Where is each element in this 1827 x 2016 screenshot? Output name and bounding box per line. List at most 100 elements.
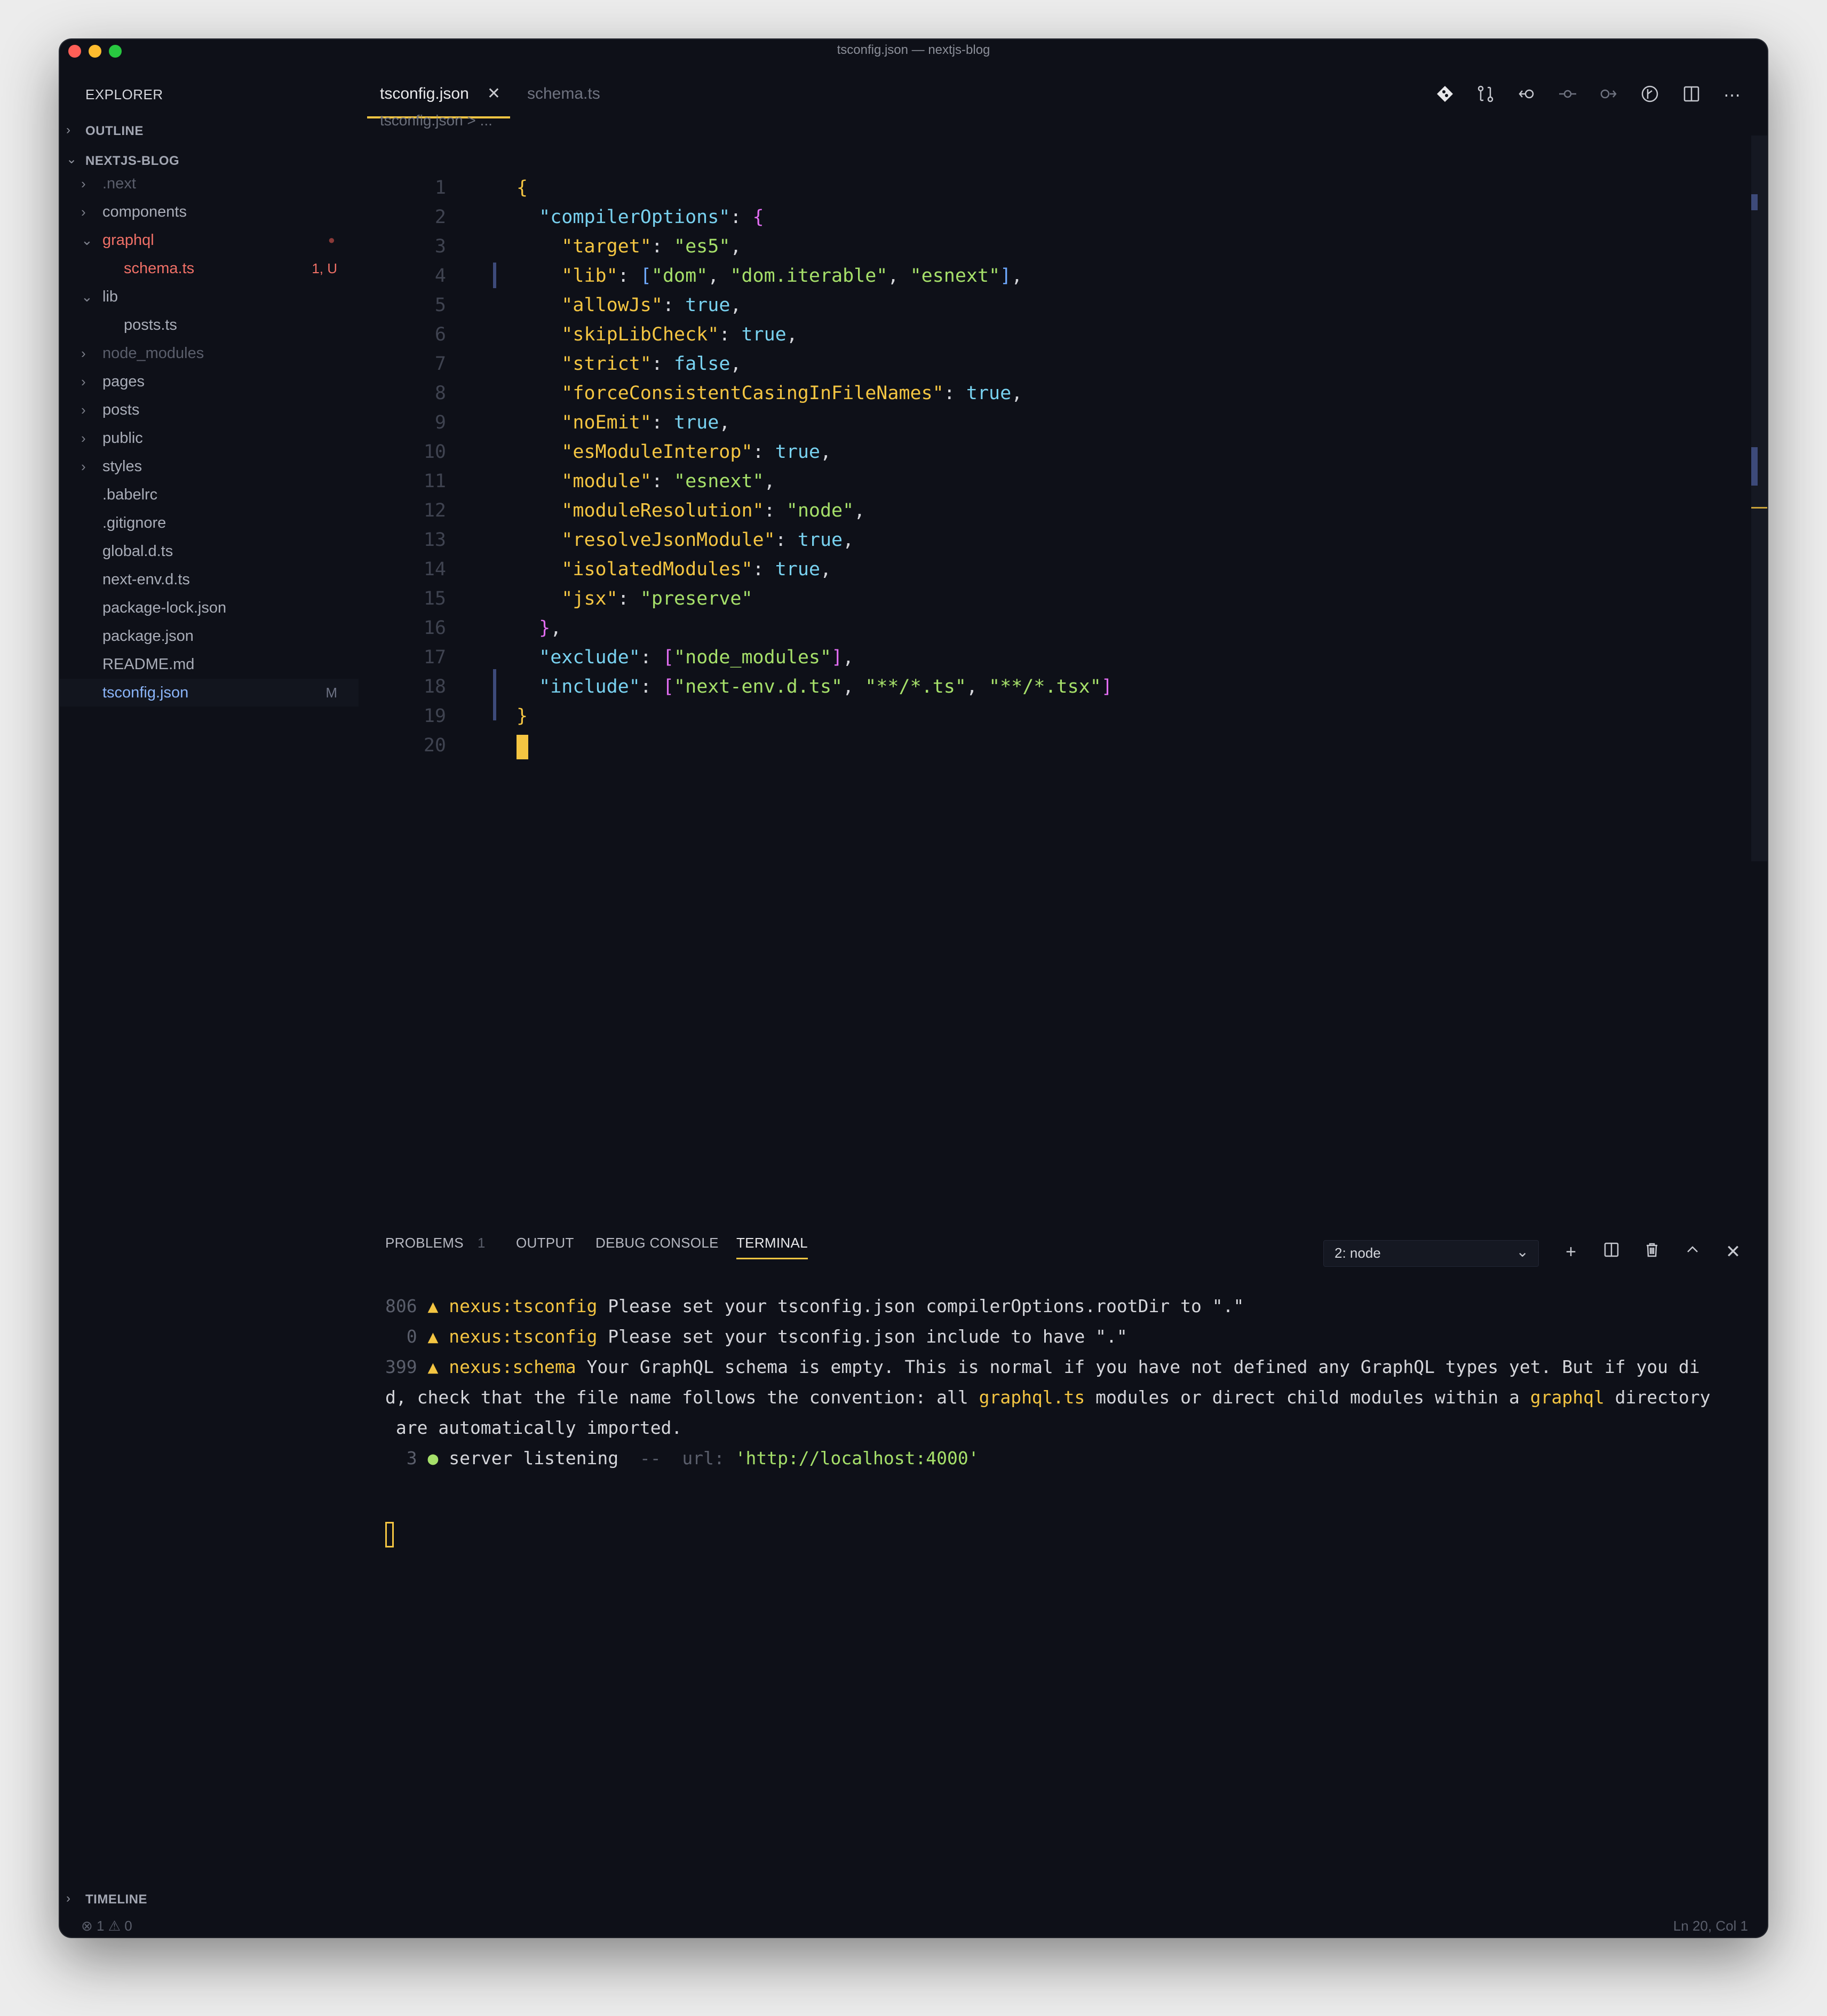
compare-changes-icon[interactable] bbox=[1475, 84, 1496, 106]
line-number: 20 bbox=[423, 735, 446, 756]
line-number: 18 bbox=[423, 676, 446, 697]
open-changes-previous-icon[interactable] bbox=[1516, 84, 1538, 106]
more-actions-icon[interactable]: ⋯ bbox=[1721, 84, 1743, 106]
git-status-badge: 1, U bbox=[312, 260, 337, 276]
tab-output[interactable]: OUTPUT bbox=[516, 1235, 574, 1251]
terminal-line: 0 ▲ nexus:tsconfig Please set your tscon… bbox=[406, 1326, 1127, 1347]
line-number: 19 bbox=[423, 705, 446, 727]
line-number: 17 bbox=[423, 647, 446, 668]
line-number: 5 bbox=[434, 295, 446, 316]
outline-section[interactable]: OUTLINE bbox=[85, 124, 144, 139]
maximize-panel-icon[interactable] bbox=[1682, 1241, 1703, 1263]
chevron-right-icon[interactable]: › bbox=[66, 123, 70, 138]
tree-item-public[interactable]: › public bbox=[60, 424, 359, 452]
tree-item-lib[interactable]: ⌄ lib bbox=[60, 283, 359, 311]
code-line: "skipLibCheck": true, bbox=[561, 324, 798, 345]
tab-problems[interactable]: PROBLEMS 1 bbox=[385, 1235, 486, 1251]
editor-scrollbar[interactable] bbox=[1751, 136, 1767, 861]
tree-item-next-env-d-ts[interactable]: next-env.d.ts bbox=[60, 566, 359, 593]
editor-tabs: tsconfig.json ✕ schema.ts bbox=[359, 72, 1767, 118]
close-panel-icon[interactable]: ✕ bbox=[1722, 1241, 1744, 1263]
tree-item-gitignore[interactable]: .gitignore bbox=[60, 509, 359, 537]
line-number: 7 bbox=[434, 353, 446, 375]
terminal-line: are automatically imported. bbox=[385, 1417, 682, 1438]
editor-window: tsconfig.json — nextjs-blog EXPLORER › O… bbox=[60, 39, 1767, 1937]
commit-icon[interactable] bbox=[1557, 84, 1578, 106]
problems-status[interactable]: ⊗ 1 ⚠ 0 bbox=[81, 1918, 132, 1934]
tree-item-package-lock-json[interactable]: package-lock.json bbox=[60, 594, 359, 622]
line-number: 2 bbox=[434, 207, 446, 228]
minimap-warning-marker bbox=[1751, 507, 1767, 509]
code-line: "exclude": ["node_modules"], bbox=[539, 647, 854, 668]
tab-debug-console[interactable]: DEBUG CONSOLE bbox=[595, 1235, 719, 1251]
code-line: "resolveJsonModule": true, bbox=[561, 529, 854, 551]
open-changes-next-icon[interactable] bbox=[1598, 84, 1619, 106]
tree-item-tsconfig-json[interactable]: tsconfig.json M bbox=[60, 679, 359, 707]
code-line: "isolatedModules": true, bbox=[561, 559, 832, 580]
tab-terminal[interactable]: TERMINAL bbox=[736, 1235, 808, 1259]
code-line: "moduleResolution": "node", bbox=[561, 500, 865, 521]
code-line: "compilerOptions": { bbox=[539, 207, 764, 228]
tree-item-babelrc[interactable]: .babelrc bbox=[60, 481, 359, 509]
title-bar: tsconfig.json — nextjs-blog bbox=[60, 39, 1767, 63]
chevron-down-icon[interactable]: ⌄ bbox=[66, 152, 77, 167]
chevron-down-icon: ⌄ bbox=[81, 232, 93, 248]
git-lens-icon[interactable] bbox=[1434, 84, 1456, 106]
code-line: }, bbox=[539, 617, 562, 639]
timeline-history-icon[interactable] bbox=[1639, 84, 1661, 106]
tab-schema-ts[interactable]: schema.ts bbox=[527, 72, 600, 116]
line-number: 14 bbox=[423, 559, 446, 580]
breadcrumb[interactable]: tsconfig.json > ... bbox=[380, 112, 493, 129]
line-number: 9 bbox=[434, 412, 446, 433]
problems-count: 1 bbox=[477, 1235, 486, 1251]
error-icon: ⊗ bbox=[81, 1918, 93, 1934]
timeline-section[interactable]: TIMELINE bbox=[85, 1892, 147, 1907]
split-editor-icon[interactable] bbox=[1681, 84, 1702, 106]
line-number: 16 bbox=[423, 617, 446, 639]
explorer-header: EXPLORER bbox=[85, 86, 163, 102]
tree-item-posts[interactable]: › posts bbox=[60, 396, 359, 424]
terminal-select[interactable]: 2: node ⌄ bbox=[1323, 1240, 1539, 1267]
line-number: 8 bbox=[434, 383, 446, 404]
code-line: { bbox=[517, 177, 528, 199]
chevron-down-icon: ⌄ bbox=[81, 289, 93, 305]
tree-item-global-d-ts[interactable]: global.d.ts bbox=[60, 537, 359, 565]
tree-item-styles[interactable]: › styles bbox=[60, 453, 359, 480]
code-line: "module": "esnext", bbox=[561, 471, 775, 492]
tree-item-package-json[interactable]: package.json bbox=[60, 622, 359, 650]
tab-tsconfig-json[interactable]: tsconfig.json ✕ bbox=[367, 72, 510, 118]
chevron-right-icon[interactable]: › bbox=[66, 1891, 70, 1906]
warning-count: 0 bbox=[124, 1918, 132, 1934]
tree-item-next[interactable]: › .next bbox=[60, 170, 359, 197]
minimap-change-marker bbox=[1751, 194, 1758, 210]
line-number: 6 bbox=[434, 324, 446, 345]
modified-dot-icon: ● bbox=[328, 233, 335, 247]
terminal-cursor bbox=[385, 1522, 394, 1547]
tree-item-node-modules[interactable]: › node_modules bbox=[60, 339, 359, 367]
line-number: 12 bbox=[423, 500, 446, 521]
chevron-right-icon: › bbox=[81, 374, 86, 390]
text-cursor bbox=[517, 735, 528, 759]
window-title: tsconfig.json — nextjs-blog bbox=[837, 43, 990, 57]
split-terminal-icon[interactable] bbox=[1601, 1241, 1622, 1263]
git-modified-gutter bbox=[493, 263, 496, 288]
tree-item-schema-ts[interactable]: schema.ts 1, U bbox=[60, 255, 359, 282]
new-terminal-icon[interactable]: + bbox=[1560, 1241, 1582, 1263]
code-line: } bbox=[517, 705, 528, 727]
close-icon[interactable]: ✕ bbox=[487, 72, 501, 116]
line-number: 10 bbox=[423, 441, 446, 463]
tree-item-components[interactable]: › components bbox=[60, 198, 359, 226]
terminal-line: 806 ▲ nexus:tsconfig Please set your tsc… bbox=[385, 1296, 1244, 1316]
terminal-line: d, check that the file name follows the … bbox=[385, 1387, 1711, 1408]
tree-item-posts-ts[interactable]: posts.ts bbox=[60, 311, 359, 339]
cursor-position[interactable]: Ln 20, Col 1 bbox=[1673, 1918, 1748, 1934]
tree-item-readme[interactable]: README.md bbox=[60, 650, 359, 678]
trash-icon[interactable] bbox=[1641, 1241, 1663, 1263]
tree-item-graphql[interactable]: ⌄ graphql ● bbox=[60, 226, 359, 254]
code-editor[interactable]: 1 2 3 4 5 6 7 8 9 10 11 12 13 14 15 16 1… bbox=[401, 133, 1735, 1126]
line-number: 15 bbox=[423, 588, 446, 609]
code-line: "include": ["next-env.d.ts", "**/*.ts", … bbox=[539, 676, 1113, 697]
line-number: 1 bbox=[434, 177, 446, 199]
project-section[interactable]: NEXTJS-BLOG bbox=[85, 154, 179, 169]
tree-item-pages[interactable]: › pages bbox=[60, 368, 359, 395]
